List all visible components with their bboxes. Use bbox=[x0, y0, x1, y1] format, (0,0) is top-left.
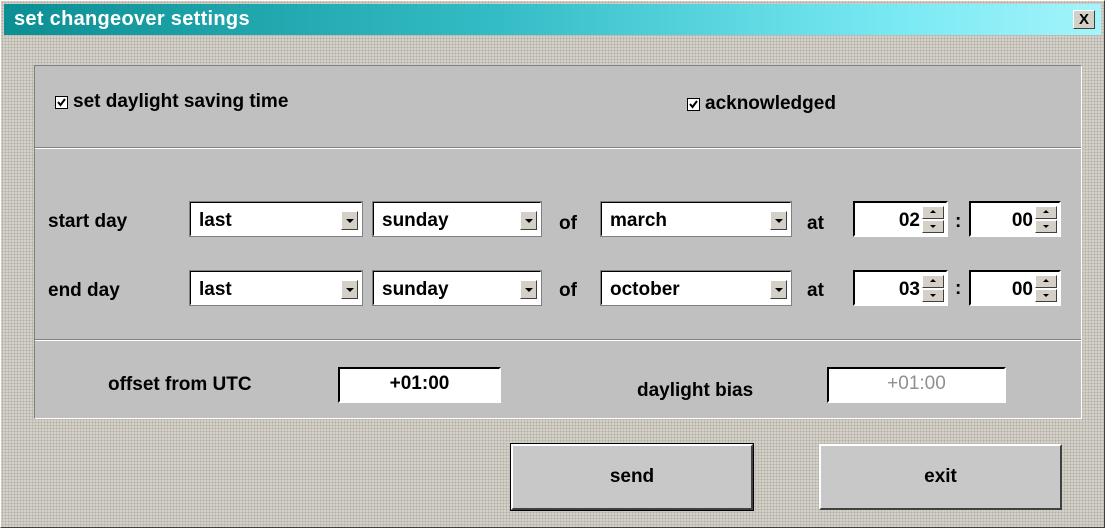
set-dst-check-icon bbox=[55, 95, 68, 109]
start-day-label: start day bbox=[48, 211, 128, 232]
bias-label: daylight bias bbox=[637, 380, 754, 401]
start-at-label: at bbox=[807, 213, 824, 234]
dialog-window: set changeover settings X set daylight s… bbox=[0, 0, 1105, 528]
start-hour-spinner[interactable]: 02 bbox=[853, 201, 948, 237]
end-ordinal-select[interactable]: last bbox=[189, 270, 363, 306]
end-colon: : bbox=[955, 278, 962, 299]
start-of-label: of bbox=[559, 213, 577, 234]
start-month-select[interactable]: march bbox=[600, 201, 792, 237]
acknowledged-checkbox[interactable]: acknowledged bbox=[687, 93, 836, 115]
start-minute-value: 00 bbox=[1011, 210, 1033, 231]
start-hour-value: 02 bbox=[898, 210, 920, 231]
bias-field: +01:00 bbox=[827, 367, 1006, 403]
chevron-down-icon[interactable] bbox=[770, 211, 787, 230]
close-icon: X bbox=[1078, 11, 1089, 28]
end-hour-spinner[interactable]: 03 bbox=[853, 270, 948, 306]
spin-up-icon[interactable] bbox=[1035, 275, 1057, 288]
start-ordinal-select[interactable]: last bbox=[189, 201, 363, 237]
divider-bottom bbox=[35, 339, 1081, 341]
spin-down-icon[interactable] bbox=[922, 289, 944, 302]
start-colon: : bbox=[955, 211, 962, 232]
start-weekday-value: sunday bbox=[382, 210, 449, 231]
chevron-down-icon[interactable] bbox=[341, 280, 358, 299]
chevron-down-icon[interactable] bbox=[520, 211, 537, 230]
spin-up-icon[interactable] bbox=[1035, 206, 1057, 219]
acknowledged-label: acknowledged bbox=[705, 93, 836, 114]
end-ordinal-value: last bbox=[199, 279, 232, 300]
title-bar[interactable]: set changeover settings X bbox=[4, 4, 1101, 35]
end-minute-value: 00 bbox=[1011, 279, 1033, 300]
divider-top bbox=[35, 147, 1081, 149]
end-minute-spinner[interactable]: 00 bbox=[969, 270, 1061, 306]
end-weekday-value: sunday bbox=[382, 279, 449, 300]
end-of-label: of bbox=[559, 280, 577, 301]
spin-up-icon[interactable] bbox=[922, 206, 944, 219]
send-button[interactable]: send bbox=[510, 443, 754, 511]
spin-up-icon[interactable] bbox=[922, 275, 944, 288]
spin-down-icon[interactable] bbox=[1035, 289, 1057, 302]
offset-label: offset from UTC bbox=[108, 374, 252, 395]
start-weekday-select[interactable]: sunday bbox=[372, 201, 542, 237]
end-hour-value: 03 bbox=[898, 279, 920, 300]
set-dst-label: set daylight saving time bbox=[73, 91, 289, 112]
end-month-select[interactable]: october bbox=[600, 270, 792, 306]
window-title: set changeover settings bbox=[14, 8, 250, 30]
close-button[interactable]: X bbox=[1073, 10, 1095, 29]
chevron-down-icon[interactable] bbox=[341, 211, 358, 230]
start-minute-spinner[interactable]: 00 bbox=[969, 201, 1061, 237]
chevron-down-icon[interactable] bbox=[520, 280, 537, 299]
offset-field[interactable]: +01:00 bbox=[338, 367, 501, 403]
end-at-label: at bbox=[807, 280, 824, 301]
start-ordinal-value: last bbox=[199, 210, 232, 231]
end-month-value: october bbox=[610, 279, 680, 300]
spin-down-icon[interactable] bbox=[922, 220, 944, 233]
set-dst-checkbox[interactable]: set daylight saving time bbox=[55, 91, 288, 113]
chevron-down-icon[interactable] bbox=[770, 280, 787, 299]
settings-panel: set daylight saving time acknowledged st… bbox=[34, 65, 1082, 419]
spin-down-icon[interactable] bbox=[1035, 220, 1057, 233]
exit-button[interactable]: exit bbox=[819, 444, 1062, 510]
end-weekday-select[interactable]: sunday bbox=[372, 270, 542, 306]
end-day-label: end day bbox=[48, 280, 120, 301]
acknowledged-check-icon bbox=[687, 97, 700, 111]
start-month-value: march bbox=[610, 210, 668, 231]
